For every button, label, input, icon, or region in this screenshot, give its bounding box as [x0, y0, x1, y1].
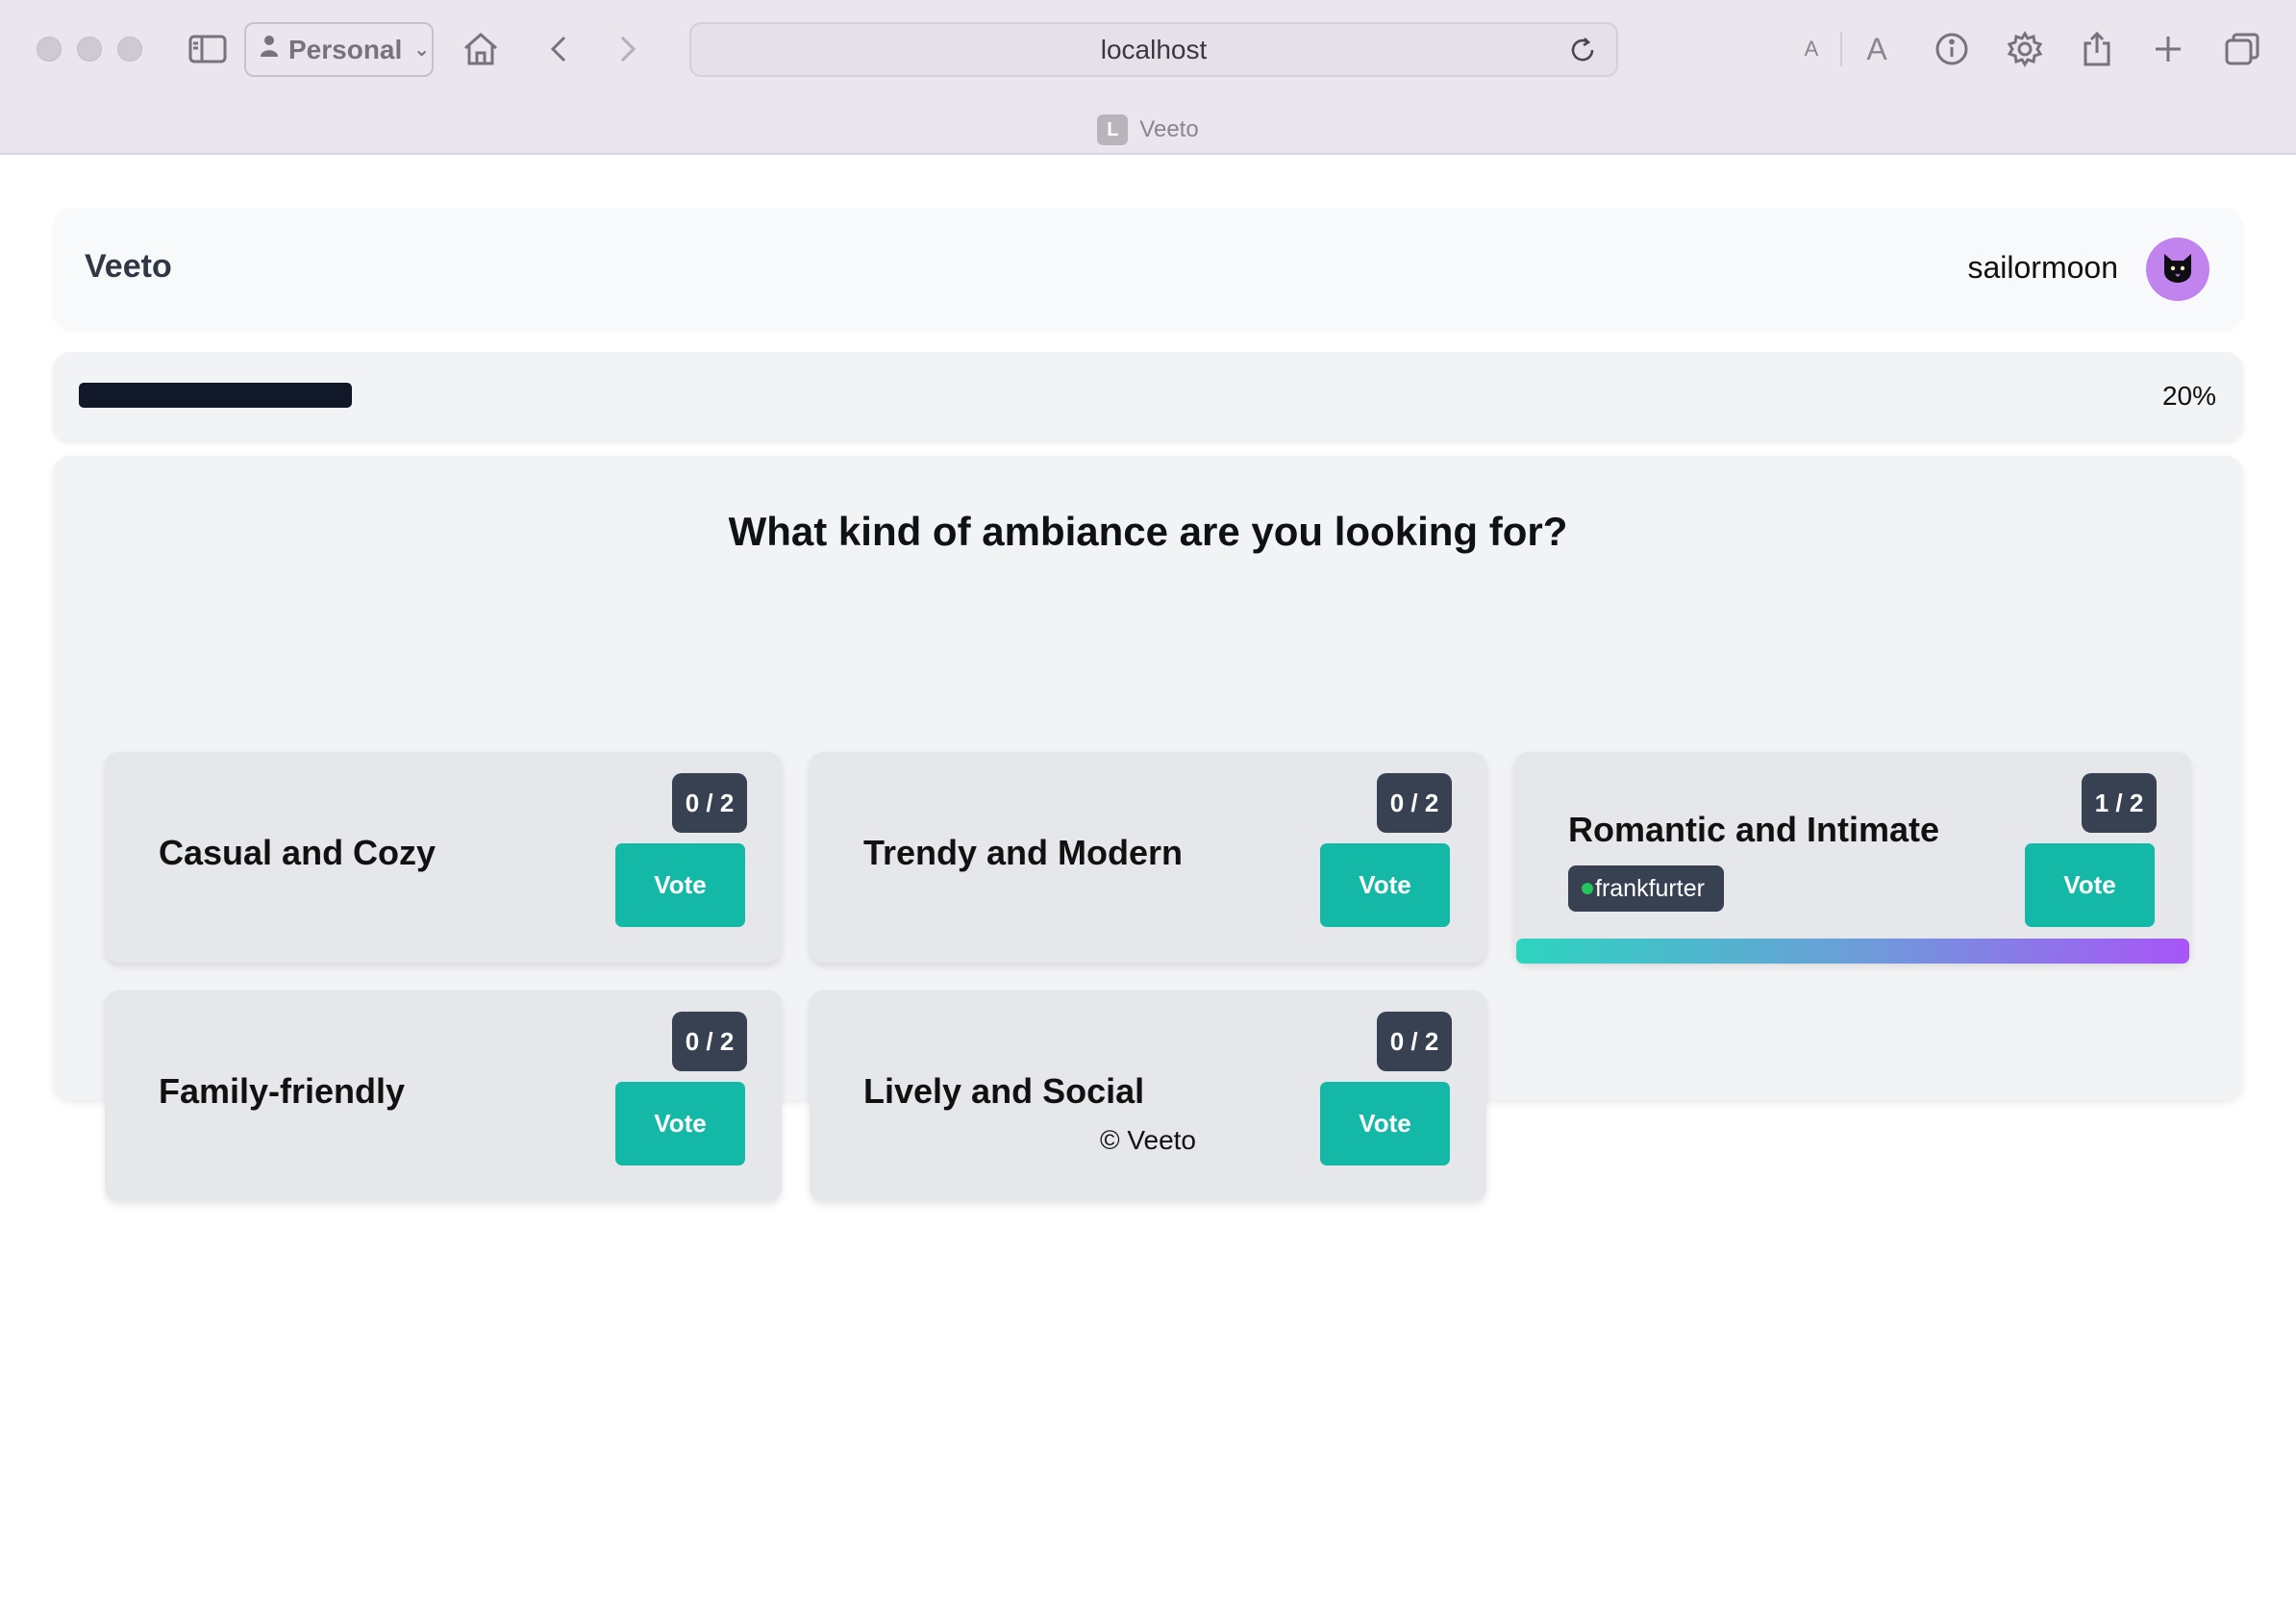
option-title: Casual and Cozy	[159, 833, 437, 872]
vote-count-badge: 0 / 2	[672, 1012, 747, 1071]
option-title: Family-friendly	[159, 1071, 406, 1111]
text-smaller-icon[interactable]: A	[1798, 25, 1825, 73]
vote-button[interactable]: Vote	[615, 843, 745, 927]
option-title: Trendy and Modern	[863, 833, 1184, 872]
gear-icon[interactable]	[2006, 25, 2044, 73]
sidebar-toggle-icon[interactable]	[187, 25, 229, 73]
vote-count-badge: 1 / 2	[2082, 773, 2157, 833]
forward-icon[interactable]	[613, 25, 642, 73]
vote-button[interactable]: Vote	[1320, 843, 1450, 927]
option-card-trendy-and-modern: Trendy and Modern 0 / 2 Vote	[810, 752, 1486, 963]
zoom-window-button[interactable]	[117, 37, 142, 62]
vote-count-badge: 0 / 2	[672, 773, 747, 833]
tab-veeto[interactable]: L Veeto	[0, 106, 2296, 154]
person-icon	[260, 34, 279, 65]
address-bar[interactable]: localhost	[689, 22, 1618, 77]
profile-label: Personal	[288, 34, 403, 64]
info-icon[interactable]	[1933, 25, 1971, 73]
vote-progress-bar	[1516, 939, 2189, 964]
home-icon[interactable]	[460, 25, 502, 73]
tab-favicon: L	[1097, 114, 1129, 145]
progress-bar	[79, 383, 2117, 408]
progress-percent: 20%	[2161, 381, 2216, 411]
option-card-lively-and-social: Lively and Social 0 / 2 Vote	[810, 990, 1486, 1201]
back-icon[interactable]	[544, 25, 573, 73]
tab-title: Veeto	[1139, 116, 1199, 142]
share-icon[interactable]	[2081, 25, 2113, 73]
cat-icon	[2159, 251, 2196, 288]
footer-copyright: © Veeto	[1099, 1125, 1197, 1155]
page-content: Veeto sailormoon 20% What kind of ambian…	[0, 155, 2296, 1604]
vote-button[interactable]: Vote	[2025, 843, 2155, 927]
minimize-window-button[interactable]	[77, 37, 102, 62]
option-card-romantic-and-intimate: Romantic and Intimate 1 / 2 Vote frankfu…	[1514, 752, 2191, 964]
question-card: What kind of ambiance are you looking fo…	[53, 456, 2243, 1201]
tab-overview-icon[interactable]	[2223, 25, 2261, 73]
profile-selector[interactable]: Personal ⌄	[244, 22, 434, 77]
brand-logo[interactable]: Veeto	[85, 248, 172, 286]
new-tab-icon[interactable]	[2152, 25, 2184, 73]
reload-icon[interactable]	[1568, 36, 1597, 71]
vote-count-badge: 0 / 2	[1377, 773, 1452, 833]
progress-card: 20%	[53, 352, 2243, 440]
option-card-family-friendly: Family-friendly 0 / 2 Vote	[105, 990, 782, 1201]
chevron-down-icon: ⌄	[413, 39, 431, 61]
vote-count-badge: 0 / 2	[1377, 1012, 1452, 1071]
option-title: Romantic and Intimate	[1568, 810, 1940, 849]
text-larger-icon[interactable]: A	[1859, 25, 1894, 73]
app-navbar: Veeto sailormoon	[53, 208, 2243, 330]
option-card-casual-and-cozy: Casual and Cozy 0 / 2 Vote	[105, 752, 782, 963]
browser-toolbar: Personal ⌄ localhost A A L Veeto	[0, 0, 2296, 155]
voter-name: frankfurter	[1595, 874, 1705, 902]
avatar[interactable]	[2146, 238, 2209, 301]
question-title: What kind of ambiance are you looking fo…	[728, 509, 1568, 554]
username-label: sailormoon	[1967, 250, 2118, 285]
option-title: Lively and Social	[863, 1071, 1145, 1111]
url-text: localhost	[1100, 34, 1208, 64]
window-controls	[37, 37, 142, 62]
voter-chip: frankfurter	[1568, 865, 1724, 912]
progress-bar-fill	[79, 383, 353, 408]
close-window-button[interactable]	[37, 37, 62, 62]
online-status-icon	[1582, 883, 1593, 894]
